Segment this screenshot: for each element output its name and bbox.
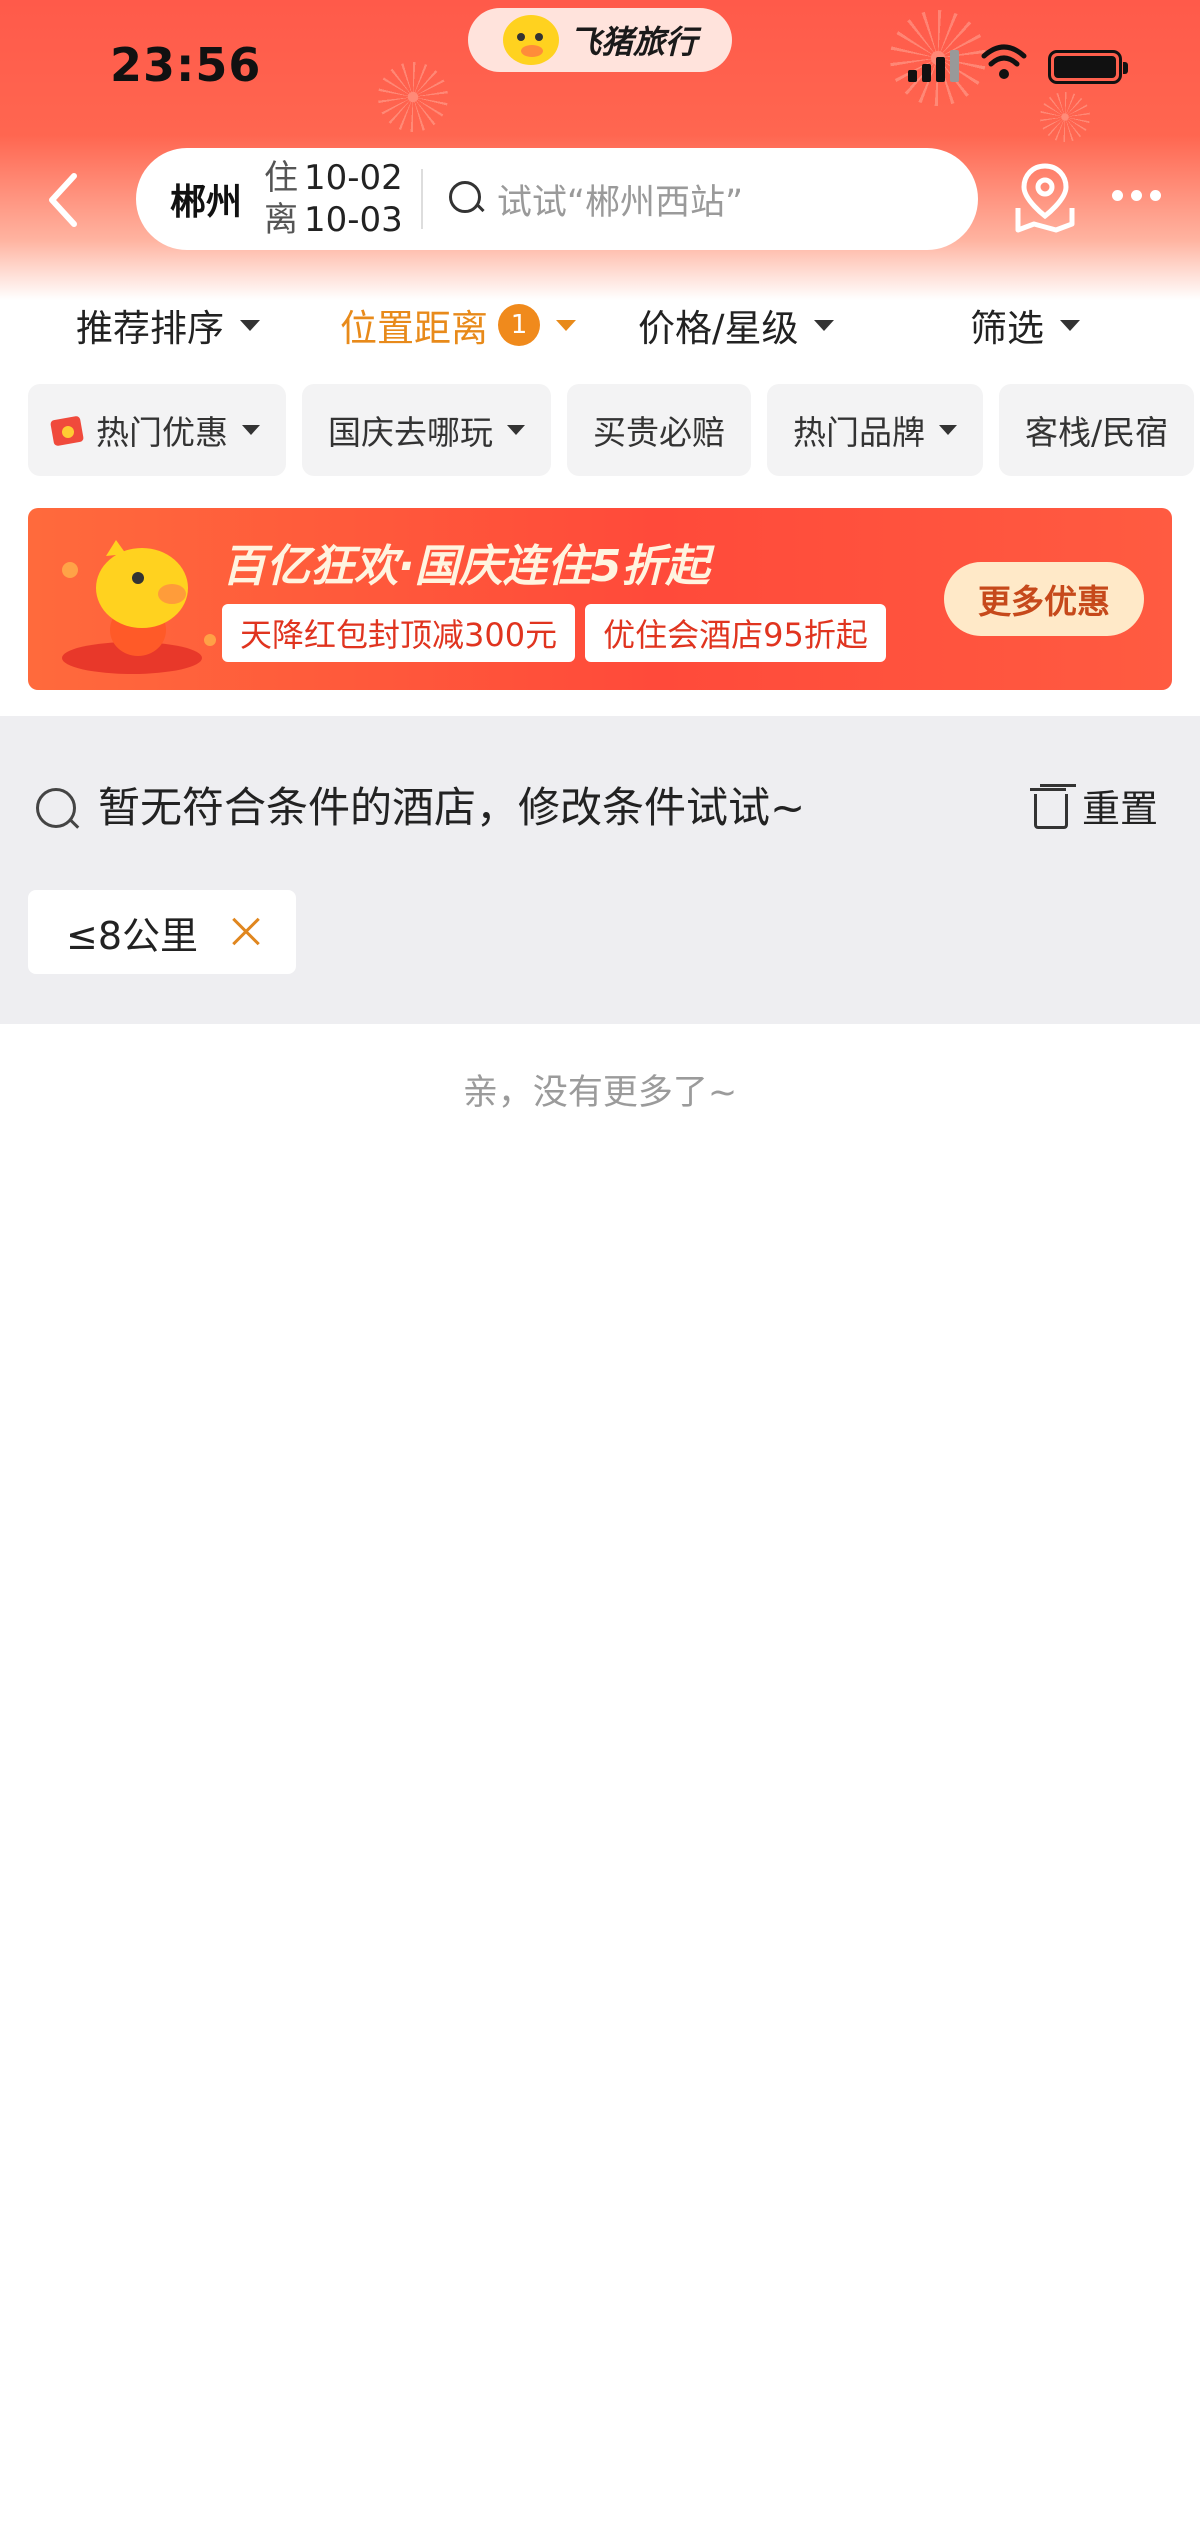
active-filter-tag[interactable]: ≤8公里 [28,890,296,974]
search-icon [447,179,487,219]
trash-icon [1030,784,1068,829]
search-icon [34,786,82,834]
firework-decoration [378,62,448,132]
dropdown-arrow-icon [556,319,576,331]
quick-filter-chips: 热门优惠 国庆去哪玩 买贵必赔 热门品牌 客栈/民宿 [28,384,1200,476]
sort-bar: 推荐排序 位置距离 1 价格/星级 筛选 [0,290,1200,360]
banner-title: 百亿狂欢·国庆连住5折起 [222,541,710,592]
pig-logo-icon [502,15,559,65]
chip-national-day-trips[interactable]: 国庆去哪玩 [302,384,551,476]
pig-mascot-icon [62,540,216,674]
chip-label: 客栈/民宿 [1025,413,1169,452]
signal-icon [908,50,959,82]
search-divider [420,169,423,229]
red-envelope-icon [50,412,90,448]
promo-banner[interactable]: 百亿狂欢·国庆连住5折起 天降红包封顶减300元 优住会酒店95折起 更多优惠 [28,508,1172,690]
tab-label: 筛选 [970,307,1044,350]
dropdown-arrow-icon [242,425,260,435]
dropdown-arrow-icon [507,425,525,435]
checkout-label: 离 [264,200,299,240]
chip-label: 买贵必赔 [593,413,725,452]
checkin-date: 10-02 [304,158,403,198]
dropdown-arrow-icon [814,319,835,331]
dropdown-arrow-icon [1060,319,1080,331]
tab-location-distance[interactable]: 位置距离 1 [340,290,576,360]
city-selector[interactable]: 郴州 [170,173,242,225]
back-button[interactable] [40,170,90,230]
wifi-icon [981,44,1027,79]
reset-label: 重置 [1082,787,1159,831]
search-bar[interactable]: 郴州 住 10-02 离 10-03 试试“郴州西站” [136,148,978,250]
filter-count-badge: 1 [498,304,540,346]
chip-label: 热门品牌 [793,413,925,452]
tab-label: 位置距离 [340,307,488,350]
tab-label: 价格/星级 [638,307,799,350]
map-location-icon[interactable] [1010,160,1080,236]
more-deals-button[interactable]: 更多优惠 [944,562,1144,636]
date-selector[interactable]: 住 10-02 离 10-03 [264,157,403,241]
no-more-results-text: 亲，没有更多了~ [462,1073,738,1113]
dropdown-arrow-icon [939,425,957,435]
checkin-label: 住 [264,158,299,198]
checkout-date: 10-03 [304,200,403,240]
firework-decoration [1040,92,1090,142]
dropdown-arrow-icon [240,319,260,331]
chip-price-guarantee[interactable]: 买贵必赔 [567,384,751,476]
chip-label: 国庆去哪玩 [328,413,493,452]
chip-inn-homestay[interactable]: 客栈/民宿 [999,384,1195,476]
banner-tag-member-discount: 优住会酒店95折起 [585,604,886,662]
tab-recommended-sort[interactable]: 推荐排序 [76,290,260,360]
close-icon[interactable] [228,914,264,950]
chip-label: 热门优惠 [96,413,228,452]
tab-filter[interactable]: 筛选 [970,290,1080,360]
tab-label: 推荐排序 [76,307,224,350]
empty-state-message: 暂无符合条件的酒店，修改条件试试~ [98,783,806,832]
empty-state-panel [0,716,1200,1024]
banner-tag-red-envelope: 天降红包封顶减300元 [222,604,576,662]
tab-price-star[interactable]: 价格/星级 [638,290,835,360]
search-input[interactable]: 试试“郴州西站” [497,174,743,225]
reset-button[interactable]: 重置 [1030,778,1158,833]
status-time: 23:56 [110,38,262,92]
battery-icon [1048,50,1128,84]
chip-hot-deals[interactable]: 热门优惠 [28,384,286,476]
brand-pill[interactable]: 飞猪旅行 [468,8,732,72]
chip-hot-brands[interactable]: 热门品牌 [767,384,983,476]
filter-tag-label: ≤8公里 [66,913,199,958]
brand-name: 飞猪旅行 [568,23,697,61]
more-options-icon[interactable] [1112,190,1161,201]
banner-tags: 天降红包封顶减300元 优住会酒店95折起 [222,604,886,662]
